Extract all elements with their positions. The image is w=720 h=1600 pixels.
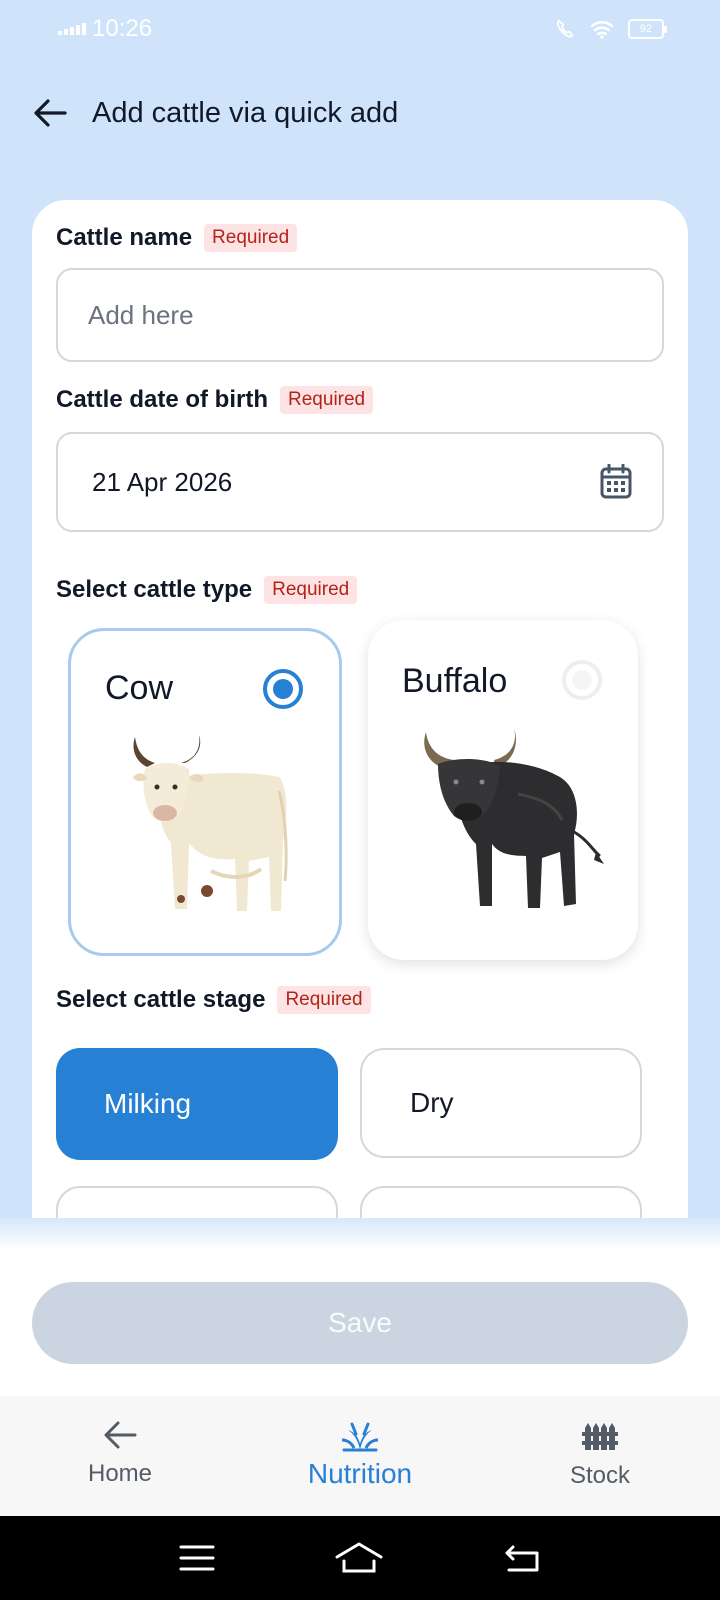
cattle-stage-label: Select cattle stage Required [56, 986, 371, 1014]
cattle-type-buffalo[interactable]: Buffalo [368, 620, 638, 960]
page-title: Add cattle via quick add [92, 96, 399, 129]
nav-item-home[interactable]: Home [0, 1396, 240, 1516]
wifi-icon [590, 21, 614, 39]
arrow-left-icon [104, 1421, 137, 1449]
buffalo-image [424, 728, 604, 908]
required-badge: Required [280, 386, 374, 414]
stage-option-label: Dry [410, 1087, 454, 1118]
save-button[interactable]: Save [32, 1282, 688, 1364]
battery-icon: 92 [628, 19, 667, 39]
required-badge: Required [277, 986, 371, 1014]
calendar-icon[interactable] [600, 464, 632, 500]
stage-option-partial[interactable] [56, 1186, 338, 1218]
fence-icon [582, 1423, 618, 1450]
radio-selected[interactable] [263, 669, 303, 709]
cattle-name-placeholder: Add here [88, 299, 194, 330]
back-button[interactable] [30, 93, 70, 133]
status-left: 10:26 [58, 15, 152, 43]
cattle-name-label-text: Cattle name [56, 224, 193, 251]
back-icon[interactable] [503, 1543, 541, 1573]
nav-item-stock[interactable]: Stock [480, 1396, 720, 1516]
required-badge: Required [204, 224, 298, 252]
cattle-type-name: Buffalo [402, 662, 508, 700]
nav-item-nutrition[interactable]: Nutrition [240, 1396, 480, 1516]
cattle-name-label: Cattle name Required [56, 224, 298, 252]
stage-option-dry[interactable]: Dry [360, 1048, 642, 1158]
status-bar: 10:26 92 [0, 0, 720, 58]
dob-label-text: Cattle date of birth [56, 386, 269, 413]
home-icon[interactable] [334, 1541, 384, 1575]
call-icon [556, 19, 574, 38]
app-header: Add cattle via quick add [0, 78, 720, 148]
dob-field[interactable]: 21 Apr 2026 [56, 432, 664, 532]
cattle-type-label-text: Select cattle type [56, 576, 253, 603]
arrow-left-icon [34, 99, 67, 127]
radio-unselected[interactable] [562, 660, 602, 700]
bottom-nav: Home Nutrition Stock [0, 1396, 720, 1516]
nav-label: Home [87, 1460, 153, 1487]
dob-label: Cattle date of birth Required [56, 386, 374, 414]
nav-label: Nutrition [307, 1458, 413, 1489]
cattle-type-cow[interactable]: Cow [68, 628, 342, 956]
cattle-name-input[interactable]: Add here [56, 268, 664, 362]
status-time: 10:26 [92, 15, 153, 42]
save-area: Save [0, 1250, 720, 1396]
stage-option-milking[interactable]: Milking [56, 1048, 338, 1160]
battery-level: 92 [639, 23, 653, 35]
form-card: Cattle name Required Add here Cattle dat… [32, 200, 688, 1218]
system-nav-bar [0, 1516, 720, 1600]
signal-icon [58, 23, 86, 35]
cattle-type-name: Cow [105, 669, 174, 707]
scroll-fade [0, 1218, 720, 1250]
menu-icon[interactable] [179, 1544, 215, 1572]
sprout-icon [341, 1422, 379, 1452]
cattle-type-label: Select cattle type Required [56, 576, 358, 604]
status-right: 92 [554, 18, 667, 40]
cattle-stage-label-text: Select cattle stage [56, 986, 266, 1013]
stage-option-label: Milking [104, 1088, 192, 1119]
required-badge: Required [264, 576, 358, 604]
cow-image [133, 735, 288, 911]
stage-option-partial[interactable] [360, 1186, 642, 1218]
dob-value: 21 Apr 2026 [92, 466, 233, 497]
nav-label: Stock [569, 1462, 631, 1489]
